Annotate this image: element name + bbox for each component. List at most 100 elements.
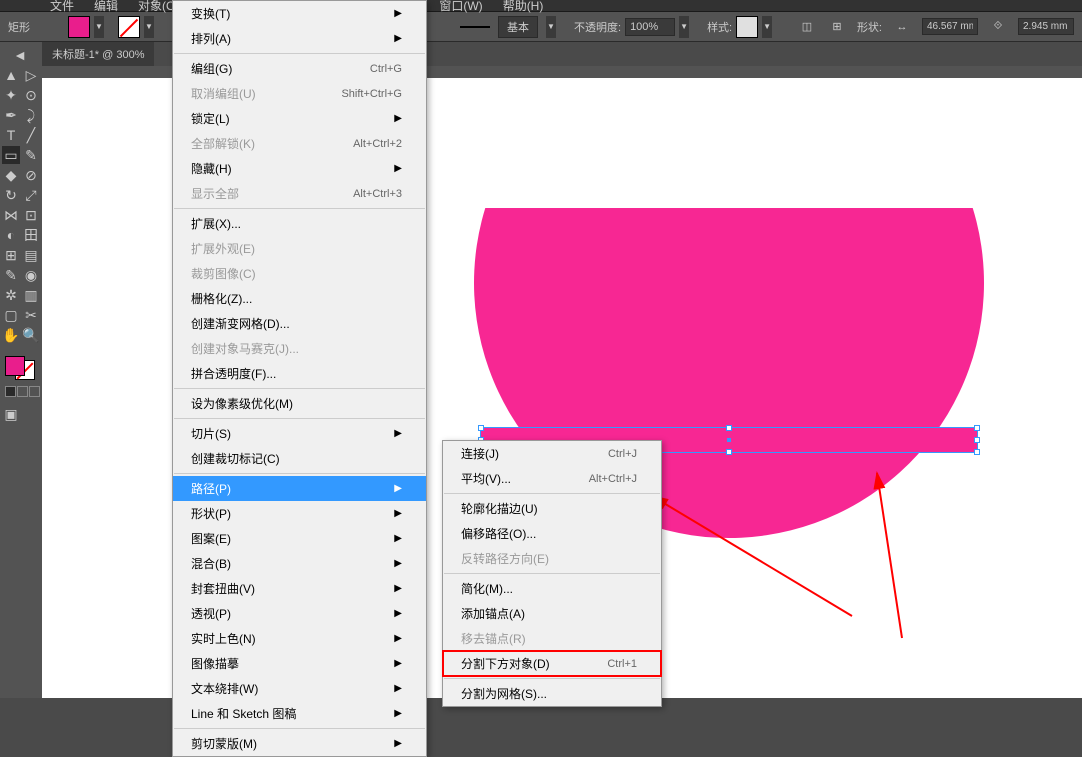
menu-item[interactable]: 编组(G)Ctrl+G: [173, 56, 426, 81]
menu-item[interactable]: 简化(M)...: [443, 576, 661, 601]
paintbrush-tool[interactable]: ✎: [22, 146, 40, 164]
menu-item[interactable]: 封套扭曲(V)▶: [173, 576, 426, 601]
opacity-input[interactable]: [625, 18, 675, 36]
hand-tool[interactable]: ✋: [2, 326, 20, 344]
scale-tool[interactable]: ⤢: [22, 186, 40, 204]
width-input[interactable]: [922, 18, 978, 35]
style-swatch[interactable]: [736, 16, 758, 38]
graph-tool[interactable]: ▥: [22, 286, 40, 304]
menu-item[interactable]: 图案(E)▶: [173, 526, 426, 551]
fill-color-box[interactable]: [5, 356, 25, 376]
menu-item[interactable]: 文本绕排(W)▶: [173, 676, 426, 701]
document-tab[interactable]: 未标题-1* @ 300%: [42, 42, 154, 66]
menu-item[interactable]: 扩展(X)...: [173, 211, 426, 236]
submenu-arrow-icon: ▶: [394, 558, 402, 569]
menu-item[interactable]: 栅格化(Z)...: [173, 286, 426, 311]
transform-icon[interactable]: ⊞: [827, 17, 847, 37]
menu-item[interactable]: 排列(A)▶: [173, 26, 426, 51]
eyedropper-tool[interactable]: ✎: [2, 266, 20, 284]
menu-item[interactable]: 偏移路径(O)...: [443, 521, 661, 546]
menu-item[interactable]: 切片(S)▶: [173, 421, 426, 446]
line-tool[interactable]: ╱: [22, 126, 40, 144]
menu-item[interactable]: 拼合透明度(F)...: [173, 361, 426, 386]
menu-item[interactable]: 添加锚点(A): [443, 601, 661, 626]
draw-normal-mode[interactable]: [5, 386, 16, 397]
menu-item[interactable]: 轮廓化描边(U): [443, 496, 661, 521]
blend-tool[interactable]: ◉: [22, 266, 40, 284]
stroke-color-swatch[interactable]: [118, 16, 140, 38]
pen-tool[interactable]: ✒: [2, 106, 20, 124]
menu-item[interactable]: 创建渐变网格(D)...: [173, 311, 426, 336]
mesh-tool[interactable]: ⊞: [2, 246, 20, 264]
selection-handle[interactable]: [974, 449, 980, 455]
menu-item-label: 切片(S): [191, 425, 231, 442]
brush-basic-label[interactable]: 基本: [498, 16, 538, 38]
fill-color-swatch[interactable]: [68, 16, 90, 38]
menu-item-label: 创建对象马赛克(J)...: [191, 340, 299, 357]
height-input[interactable]: [1018, 18, 1074, 35]
color-picker[interactable]: [5, 356, 35, 380]
menu-item[interactable]: 隐藏(H)▶: [173, 156, 426, 181]
link-icon[interactable]: ⟐: [988, 17, 1008, 37]
artboard-tool[interactable]: ▢: [2, 306, 20, 324]
menu-item[interactable]: Line 和 Sketch 图稿▶: [173, 701, 426, 726]
style-dropdown[interactable]: ▼: [762, 16, 772, 38]
shape-builder-tool[interactable]: ◐: [2, 226, 20, 244]
menu-item[interactable]: 创建裁切标记(C): [173, 446, 426, 471]
menu-item[interactable]: 形状(P)▶: [173, 501, 426, 526]
width-tool[interactable]: ⋈: [2, 206, 20, 224]
selection-handle[interactable]: [726, 425, 732, 431]
magic-wand-tool[interactable]: ✦: [2, 86, 20, 104]
menu-help[interactable]: 帮助(H): [503, 0, 544, 14]
selection-handle[interactable]: [478, 425, 484, 431]
menu-item-label: 透视(P): [191, 605, 231, 622]
opacity-dropdown[interactable]: ▼: [679, 16, 689, 38]
shaper-tool[interactable]: ◆: [2, 166, 20, 184]
menubar: 文件 编辑 对象(O) 文字(T) 选择(S) 效果(C) 视图(V) 窗口(W…: [0, 0, 1082, 12]
curvature-tool[interactable]: ⤸: [22, 106, 40, 124]
menu-item[interactable]: 剪切蒙版(M)▶: [173, 731, 426, 756]
menu-window[interactable]: 窗口(W): [439, 0, 482, 14]
style-label: 样式:: [707, 19, 732, 35]
menu-item[interactable]: 变换(T)▶: [173, 1, 426, 26]
selection-handle[interactable]: [726, 449, 732, 455]
menu-item[interactable]: 混合(B)▶: [173, 551, 426, 576]
perspective-tool[interactable]: 田: [22, 226, 40, 244]
rotate-tool[interactable]: ↻: [2, 186, 20, 204]
selection-handle[interactable]: [974, 437, 980, 443]
rectangle-tool[interactable]: ▭: [2, 146, 20, 164]
menu-separator: [444, 678, 660, 679]
draw-behind-mode[interactable]: [17, 386, 28, 397]
menu-edit[interactable]: 编辑: [94, 0, 118, 14]
draw-inside-mode[interactable]: [29, 386, 40, 397]
menu-item[interactable]: 图像描摹▶: [173, 651, 426, 676]
gradient-tool[interactable]: ▤: [22, 246, 40, 264]
screen-mode[interactable]: ▣: [2, 405, 20, 423]
fill-dropdown[interactable]: ▼: [94, 16, 104, 38]
collapse-icon[interactable]: ◄: [2, 46, 38, 64]
menu-item[interactable]: 连接(J)Ctrl+J: [443, 441, 661, 466]
symbol-sprayer-tool[interactable]: ✲: [2, 286, 20, 304]
menu-file[interactable]: 文件: [50, 0, 74, 14]
selection-tool[interactable]: ▲: [2, 66, 20, 84]
menu-item[interactable]: 锁定(L)▶: [173, 106, 426, 131]
menu-item[interactable]: 分割下方对象(D)Ctrl+1: [443, 651, 661, 676]
stroke-dropdown[interactable]: ▼: [144, 16, 154, 38]
direct-selection-tool[interactable]: ▷: [22, 66, 40, 84]
brush-dropdown[interactable]: ▼: [546, 16, 556, 38]
menu-item[interactable]: 分割为网格(S)...: [443, 681, 661, 706]
lasso-tool[interactable]: ⊙: [22, 86, 40, 104]
menu-item[interactable]: 平均(V)...Alt+Ctrl+J: [443, 466, 661, 491]
menu-item[interactable]: 路径(P)▶: [173, 476, 426, 501]
menu-item[interactable]: 设为像素级优化(M): [173, 391, 426, 416]
menu-item[interactable]: 透视(P)▶: [173, 601, 426, 626]
eraser-tool[interactable]: ⊘: [22, 166, 40, 184]
menu-item-label: 变换(T): [191, 5, 230, 22]
zoom-tool[interactable]: 🔍: [22, 326, 40, 344]
selection-handle[interactable]: [974, 425, 980, 431]
align-icon[interactable]: ◫: [797, 17, 817, 37]
menu-item[interactable]: 实时上色(N)▶: [173, 626, 426, 651]
slice-tool[interactable]: ✂: [22, 306, 40, 324]
type-tool[interactable]: T: [2, 126, 20, 144]
free-transform-tool[interactable]: ⊡: [22, 206, 40, 224]
